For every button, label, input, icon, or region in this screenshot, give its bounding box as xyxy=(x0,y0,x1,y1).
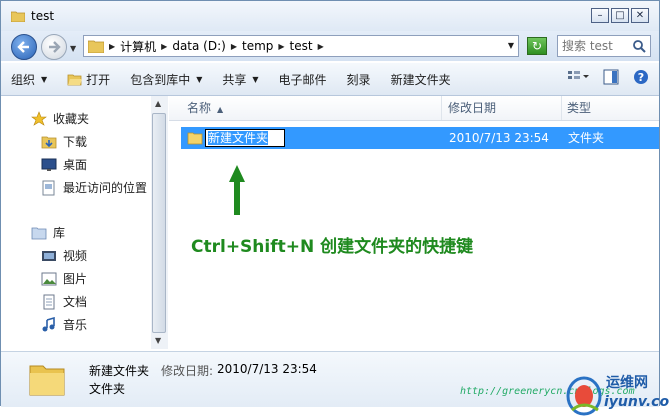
open-folder-icon xyxy=(67,74,83,86)
open-button[interactable]: 打开 xyxy=(57,67,120,91)
documents-icon xyxy=(43,294,55,309)
organize-menu[interactable]: 组织 ▼ xyxy=(1,67,57,91)
sidebar-item-pictures[interactable]: 图片 xyxy=(41,270,87,287)
window-title: test xyxy=(31,9,55,23)
new-folder-button[interactable]: 新建文件夹 xyxy=(381,67,461,91)
burn-button[interactable]: 刻录 xyxy=(337,67,381,91)
search-field[interactable] xyxy=(557,35,651,57)
music-icon xyxy=(42,316,55,331)
folder-icon xyxy=(88,40,104,53)
video-icon xyxy=(42,250,56,261)
minimize-button[interactable]: – xyxy=(591,8,609,23)
sidebar-item-videos[interactable]: 视频 xyxy=(41,247,87,264)
watermark-logo-en: iyunv.com xyxy=(604,394,669,410)
scrollbar-thumb[interactable] xyxy=(152,113,166,333)
breadcrumb[interactable]: ▶ 计算机 ▶ data (D:) ▶ temp ▶ test ▶ ▼ xyxy=(83,35,519,57)
column-header-type[interactable]: 类型 xyxy=(567,96,591,120)
view-options-icon[interactable] xyxy=(567,70,589,84)
scroll-down-arrow-icon[interactable]: ▼ xyxy=(155,336,161,345)
command-bar: 组织 ▼ 打开 包含到库中 ▼ 共享 ▼ 电子邮件 刻录 新建文件夹 ? xyxy=(1,63,659,96)
breadcrumb-item-computer[interactable]: 计算机 xyxy=(120,38,156,55)
sidebar-item-downloads[interactable]: 下载 xyxy=(41,133,87,150)
watermark-logo-cn: 运维网 xyxy=(606,375,648,391)
details-date-label: 修改日期: xyxy=(161,364,214,378)
large-folder-icon xyxy=(29,365,65,396)
include-in-library-menu[interactable]: 包含到库中 ▼ xyxy=(120,67,212,91)
shortcut-caption: Ctrl+Shift+N 创建文件夹的快捷键 xyxy=(191,237,474,257)
pictures-icon xyxy=(41,272,57,285)
email-button[interactable]: 电子邮件 xyxy=(269,67,337,91)
share-menu[interactable]: 共享 ▼ xyxy=(212,67,268,91)
details-type: 文件夹 xyxy=(89,382,126,396)
forward-arrow-icon xyxy=(49,41,61,53)
preview-pane-icon[interactable] xyxy=(603,69,619,85)
explorer-window: test – □ ✕ ▼ ▶ 计算机 ▶ data (D:) ▶ temp ▶ … xyxy=(0,0,660,407)
back-button[interactable] xyxy=(11,34,37,60)
close-button[interactable]: ✕ xyxy=(631,8,649,23)
sidebar-item-recent-places[interactable]: 最近访问的位置 xyxy=(41,179,147,196)
column-headers: 名称 ▲ 修改日期 类型 xyxy=(169,96,659,121)
star-icon xyxy=(31,110,47,126)
column-header-name[interactable]: 名称 ▲ xyxy=(187,96,223,120)
address-history-dropdown[interactable]: ▼ xyxy=(508,41,514,50)
row-type: 文件夹 xyxy=(568,131,605,145)
help-icon[interactable]: ? xyxy=(633,69,649,85)
breadcrumb-item-temp[interactable]: temp xyxy=(242,39,273,53)
back-arrow-icon xyxy=(17,41,29,53)
details-name: 新建文件夹 xyxy=(89,364,150,378)
library-icon xyxy=(31,227,47,239)
recent-pages-dropdown[interactable]: ▼ xyxy=(70,44,76,53)
folder-icon xyxy=(187,132,203,145)
refresh-button[interactable]: ↻ xyxy=(527,37,547,55)
title-bar[interactable]: test – □ ✕ xyxy=(1,1,659,31)
recent-places-icon xyxy=(42,180,55,195)
sidebar-item-libraries[interactable]: 库 xyxy=(31,224,65,241)
maximize-button[interactable]: □ xyxy=(611,8,629,23)
forward-button[interactable] xyxy=(41,34,67,60)
scroll-up-arrow-icon[interactable]: ▲ xyxy=(155,99,161,108)
row-modified-date: 2010/7/13 23:54 xyxy=(449,131,549,145)
sidebar-item-documents[interactable]: 文档 xyxy=(41,293,87,310)
sidebar-scrollbar[interactable]: ▲ ▼ xyxy=(151,96,168,349)
details-pane: 新建文件夹 修改日期: 2010/7/13 23:54 文件夹 xyxy=(1,351,659,407)
sort-ascending-icon: ▲ xyxy=(217,105,224,114)
rename-field[interactable]: 新建文件夹 xyxy=(205,129,285,147)
sidebar-item-favorites[interactable]: 收藏夹 xyxy=(31,110,89,127)
downloads-folder-icon xyxy=(41,136,57,148)
details-date: 2010/7/13 23:54 xyxy=(217,362,317,376)
column-header-date[interactable]: 修改日期 xyxy=(448,96,496,120)
address-bar: ▼ ▶ 计算机 ▶ data (D:) ▶ temp ▶ test ▶ ▼ ↻ xyxy=(1,31,659,61)
desktop-icon xyxy=(41,158,57,171)
up-arrow-icon xyxy=(229,165,245,215)
breadcrumb-item-drive[interactable]: data (D:) xyxy=(172,39,226,53)
breadcrumb-item-test[interactable]: test xyxy=(290,39,313,53)
search-icon[interactable] xyxy=(632,39,646,53)
sidebar-item-desktop[interactable]: 桌面 xyxy=(41,156,87,173)
sidebar-item-music[interactable]: 音乐 xyxy=(41,316,87,333)
search-input[interactable] xyxy=(562,37,626,55)
file-list: 名称 ▲ 修改日期 类型 新建文件夹 2010/7/13 23:54 文件夹 Ct… xyxy=(169,96,659,349)
folder-icon xyxy=(11,11,25,22)
svg-text:?: ? xyxy=(638,71,644,84)
navigation-pane: 收藏夹 下载 桌面 最近访问的位置 库 视频 图片 文档 音乐 xyxy=(1,96,170,349)
